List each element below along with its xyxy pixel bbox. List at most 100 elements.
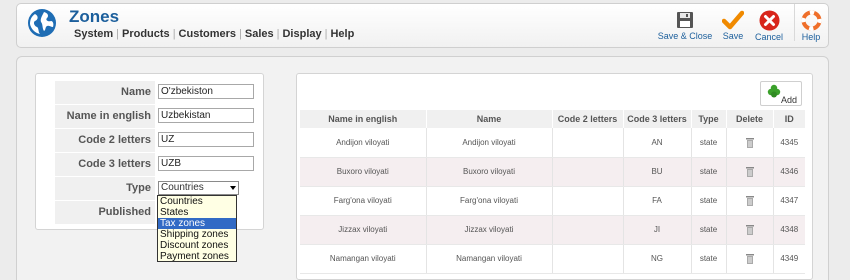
cell-id: 4346 <box>773 157 805 187</box>
code3-input[interactable] <box>158 156 254 171</box>
cell-name-english[interactable]: Andijon viloyati <box>300 128 427 158</box>
page-title: Zones <box>69 7 120 26</box>
cell-id: 4345 <box>773 128 805 158</box>
col-header-name-english[interactable]: Name in english <box>300 110 427 128</box>
col-header-id[interactable]: ID <box>773 110 805 128</box>
lifebuoy-icon <box>801 10 821 31</box>
cell-name-english[interactable]: Buxoro viloyati <box>300 157 427 187</box>
type-select[interactable]: Countries <box>158 181 239 195</box>
main-menu: System | Products | Customers | Sales | Display |… <box>74 28 355 40</box>
cell-id: 4347 <box>773 186 805 216</box>
cell-delete <box>726 244 774 274</box>
trash-icon[interactable] <box>745 166 754 177</box>
trash-icon[interactable] <box>745 137 754 148</box>
type-option[interactable]: Discount zones <box>158 240 236 251</box>
cell-code3: JI <box>623 215 692 245</box>
menu-item-customers[interactable]: Customers <box>179 28 236 40</box>
menu-item-products[interactable]: Products <box>122 28 170 40</box>
type-option-highlighted[interactable]: Tax zones <box>158 218 236 229</box>
zones-table: Name in english Name Code 2 letters Code… <box>300 110 805 274</box>
cell-name: Andijon viloyati <box>426 128 553 158</box>
globe-icon <box>28 9 56 37</box>
cell-name-english[interactable]: Jizzax viloyati <box>300 215 427 245</box>
cell-name-english[interactable]: Namangan viloyati <box>300 244 427 274</box>
type-option[interactable]: Shipping zones <box>158 229 236 240</box>
menu-item-system[interactable]: System <box>74 28 113 40</box>
save-button[interactable]: Save <box>719 10 747 41</box>
name-english-label: Name in english <box>55 105 155 128</box>
cell-delete <box>726 128 774 158</box>
name-english-input[interactable] <box>158 108 254 123</box>
cell-code2 <box>552 157 624 187</box>
table-row[interactable]: Buxoro viloyati Buxoro viloyati BU state… <box>300 157 805 187</box>
floppy-disk-icon <box>677 12 693 28</box>
add-button[interactable]: Add <box>760 81 802 106</box>
table-row[interactable]: Farg'ona viloyati Farg'ona viloyati FA s… <box>300 186 805 216</box>
cell-type: state <box>691 157 727 187</box>
cell-name-english[interactable]: Farg'ona viloyati <box>300 186 427 216</box>
table-row[interactable]: Andijon viloyati Andijon viloyati AN sta… <box>300 128 805 158</box>
menu-item-sales[interactable]: Sales <box>245 28 274 40</box>
cell-delete <box>726 186 774 216</box>
name-label: Name <box>55 81 155 104</box>
col-header-code3[interactable]: Code 3 letters <box>623 110 692 128</box>
type-option[interactable]: Payment zones <box>158 251 236 262</box>
form-row-name: Name <box>55 81 260 104</box>
published-label: Published <box>55 201 155 224</box>
cell-name: Farg'ona viloyati <box>426 186 553 216</box>
save-close-button[interactable]: Save & Close <box>657 10 713 41</box>
code3-label: Code 3 letters <box>55 153 155 176</box>
add-label: Add <box>781 95 798 105</box>
form-row-code2: Code 2 letters <box>55 129 260 152</box>
cell-id: 4349 <box>773 244 805 274</box>
toolbar-divider <box>794 4 795 41</box>
help-button[interactable]: Help <box>799 10 823 42</box>
cell-name: Jizzax viloyati <box>426 215 553 245</box>
cell-code2 <box>552 215 624 245</box>
cancel-label: Cancel <box>754 32 783 42</box>
cell-type: state <box>691 244 727 274</box>
menu-item-help[interactable]: Help <box>330 28 354 40</box>
table-row[interactable]: Jizzax viloyati Jizzax viloyati JI state… <box>300 215 805 245</box>
col-header-type[interactable]: Type <box>691 110 727 128</box>
table-header-row: Name in english Name Code 2 letters Code… <box>300 110 805 128</box>
cell-code3: NG <box>623 244 692 274</box>
cell-name: Buxoro viloyati <box>426 157 553 187</box>
trash-icon[interactable] <box>745 253 754 264</box>
col-header-code2[interactable]: Code 2 letters <box>552 110 624 128</box>
save-close-label: Save & Close <box>657 31 713 41</box>
type-label: Type <box>55 177 155 200</box>
cell-name: Namangan viloyati <box>426 244 553 274</box>
type-option[interactable]: Countries <box>158 196 236 207</box>
trash-icon[interactable] <box>745 195 754 206</box>
cell-code2 <box>552 128 624 158</box>
menu-item-display[interactable]: Display <box>282 28 321 40</box>
cell-type: state <box>691 186 727 216</box>
type-option[interactable]: States <box>158 207 236 218</box>
cell-type: state <box>691 215 727 245</box>
code2-input[interactable] <box>158 132 254 147</box>
checkmark-icon <box>722 10 744 30</box>
cell-delete <box>726 157 774 187</box>
cancel-button[interactable]: Cancel <box>754 10 784 42</box>
form-row-code3: Code 3 letters <box>55 153 260 176</box>
cell-code3: BU <box>623 157 692 187</box>
cell-code2 <box>552 244 624 274</box>
close-circle-icon <box>759 10 779 31</box>
code2-label: Code 2 letters <box>55 129 155 152</box>
form-row-name-english: Name in english <box>55 105 260 128</box>
cell-type: state <box>691 128 727 158</box>
col-header-name[interactable]: Name <box>426 110 553 128</box>
cell-code2 <box>552 186 624 216</box>
trash-icon[interactable] <box>745 224 754 235</box>
name-input[interactable] <box>158 84 254 99</box>
type-dropdown-list: Countries States Tax zones Shipping zone… <box>157 195 237 262</box>
type-select-value: Countries <box>161 182 204 193</box>
save-label: Save <box>722 31 744 41</box>
cell-code3: AN <box>623 128 692 158</box>
help-label: Help <box>801 32 821 42</box>
cell-code3: FA <box>623 186 692 216</box>
cell-id: 4348 <box>773 215 805 245</box>
table-row[interactable]: Namangan viloyati Namangan viloyati NG s… <box>300 244 805 274</box>
plus-icon <box>767 84 781 98</box>
